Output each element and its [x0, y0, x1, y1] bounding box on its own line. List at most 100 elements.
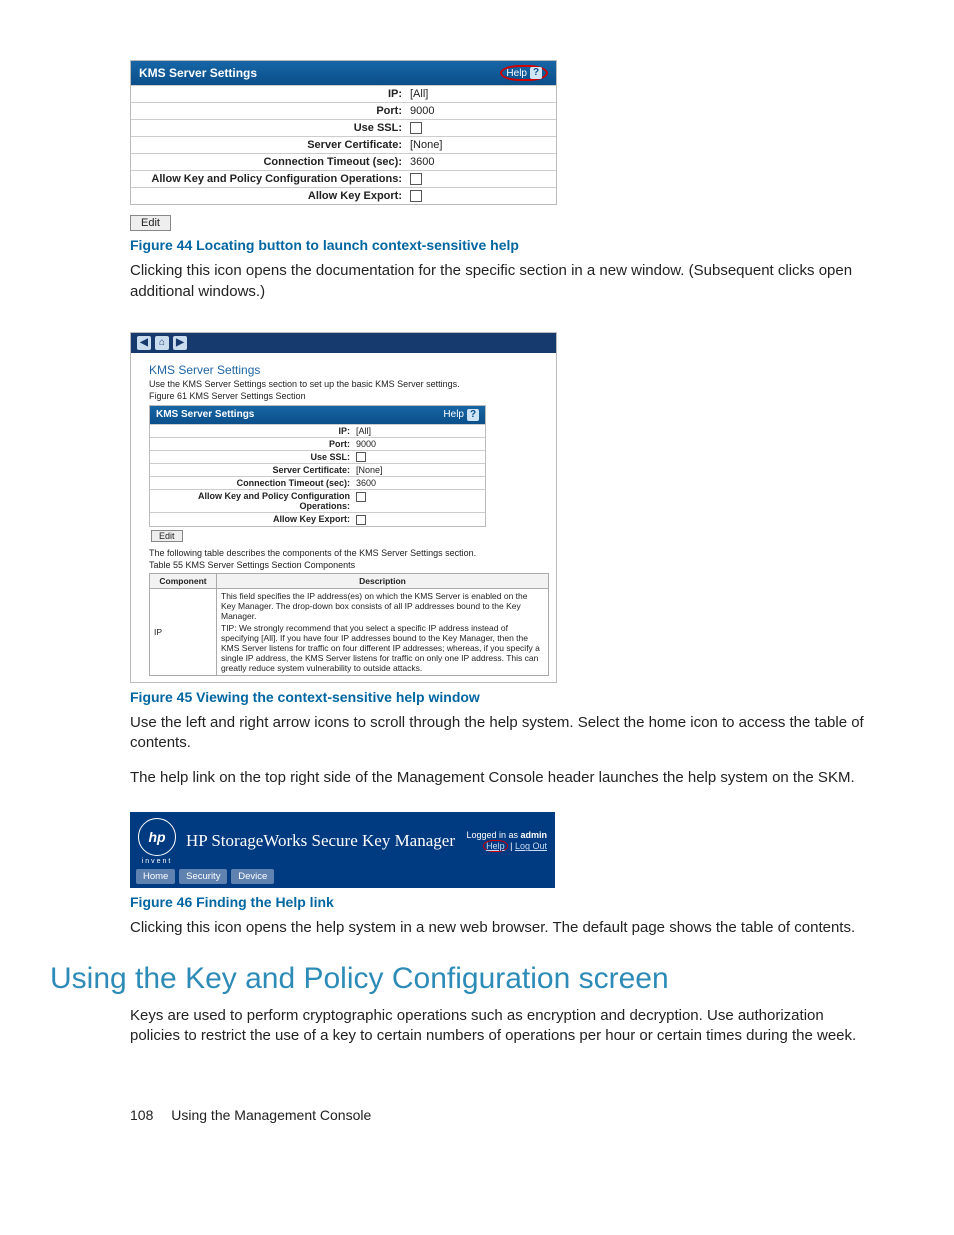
tab-security[interactable]: Security — [179, 869, 227, 884]
header-links: Help | Log Out — [466, 840, 547, 852]
fig45-title: KMS Server Settings — [149, 363, 538, 377]
fig45-component-desc: This field specifies the IP address(es) … — [217, 589, 549, 676]
hp-logo-group: hp invent — [138, 818, 176, 865]
fig45-table-caption: Table 55 KMS Server Settings Section Com… — [149, 560, 538, 570]
settings-row: Use SSL: — [150, 450, 485, 464]
settings-row-value: 9000 — [356, 439, 376, 449]
fig46-header: hp invent HP StorageWorks Secure Key Man… — [130, 812, 555, 869]
section-heading: Using the Key and Policy Configuration s… — [50, 962, 894, 996]
fig45-help-icon: ? — [467, 409, 479, 421]
settings-row: Use SSL: — [131, 119, 556, 136]
help-link-highlight: Help — [483, 840, 508, 852]
settings-row-label: Use SSL: — [155, 452, 356, 463]
fig45-help-button[interactable]: Help ? — [443, 409, 479, 421]
hp-logo-icon: hp — [138, 818, 176, 856]
settings-row-label: Port: — [137, 105, 410, 117]
page-number: 108 — [130, 1107, 153, 1123]
settings-row: Allow Key and Policy Configuration Opera… — [131, 170, 556, 187]
settings-row: Allow Key and Policy Configuration Opera… — [150, 489, 485, 512]
settings-row-label: Server Certificate: — [155, 465, 356, 475]
logout-link[interactable]: Log Out — [515, 841, 547, 851]
settings-row-value: 3600 — [410, 156, 550, 168]
help-icon: ? — [530, 67, 542, 79]
fig46-body: Clicking this icon opens the help system… — [130, 918, 870, 938]
fig45-component-name: IP — [150, 589, 217, 676]
hp-invent-text: invent — [138, 858, 176, 865]
checkbox-icon[interactable] — [410, 173, 422, 185]
fig45-components-table: Component Description IP This field spec… — [149, 573, 549, 676]
fig44-panel-title: KMS Server Settings — [139, 66, 257, 80]
settings-row-label: Allow Key Export: — [155, 514, 356, 525]
fig45-inner-caption: Figure 61 KMS Server Settings Section — [149, 391, 538, 401]
page-footer: 108 Using the Management Console — [130, 1107, 870, 1123]
footer-section-title: Using the Management Console — [171, 1107, 371, 1123]
settings-row-value — [356, 452, 366, 463]
nav-prev-icon[interactable]: ◀ — [137, 336, 151, 350]
settings-row: IP:[All] — [150, 424, 485, 437]
fig44-caption: Figure 44 Locating button to launch cont… — [130, 237, 870, 253]
edit-button[interactable]: Edit — [130, 215, 171, 231]
checkbox-icon[interactable] — [410, 122, 422, 134]
fig46-logo-block: hp invent HP StorageWorks Secure Key Man… — [138, 818, 455, 865]
settings-row: Port:9000 — [150, 437, 485, 450]
link-separator: | — [508, 841, 515, 851]
checkbox-icon[interactable] — [356, 452, 366, 462]
fig44-body-text: Clicking this icon opens the documentati… — [130, 261, 870, 302]
settings-row-label: Allow Key Export: — [137, 190, 410, 202]
fig46-tabs: Home Security Device — [130, 869, 555, 888]
fig46-panel: hp invent HP StorageWorks Secure Key Man… — [130, 812, 555, 888]
settings-row: Port:9000 — [131, 102, 556, 119]
settings-row: Connection Timeout (sec):3600 — [131, 153, 556, 170]
nav-next-icon[interactable]: ▶ — [173, 336, 187, 350]
settings-row-label: Port: — [155, 439, 356, 449]
fig45-body-2: The help link on the top right side of t… — [130, 768, 870, 788]
help-link[interactable]: Help — [486, 841, 505, 851]
logged-in-user: admin — [520, 830, 547, 840]
tab-home[interactable]: Home — [136, 869, 175, 884]
settings-row-value — [356, 491, 366, 511]
fig45-inner-panel: KMS Server Settings Help ? IP:[All]Port:… — [149, 405, 486, 527]
settings-row: Server Certificate:[None] — [131, 136, 556, 153]
checkbox-icon[interactable] — [356, 492, 366, 502]
fig45-desc-line: The following table describes the compon… — [149, 548, 538, 558]
section-body: Keys are used to perform cryptographic o… — [130, 1006, 870, 1047]
fig44-panel-header: KMS Server Settings Help ? — [131, 61, 556, 85]
fig46-header-right: Logged in as admin Help | Log Out — [466, 830, 547, 852]
fig45-th-description: Description — [217, 574, 549, 589]
fig45-navbar: ◀ ⌂ ▶ — [131, 333, 556, 353]
logged-in-line: Logged in as admin — [466, 830, 547, 840]
fig45-component-desc-l1: This field specifies the IP address(es) … — [221, 591, 544, 621]
fig45-inner-panel-title: KMS Server Settings — [156, 409, 254, 421]
fig45-body-1: Use the left and right arrow icons to sc… — [130, 713, 870, 754]
checkbox-icon[interactable] — [410, 190, 422, 202]
help-button[interactable]: Help ? — [506, 67, 542, 79]
settings-row-value — [410, 122, 550, 134]
nav-home-icon[interactable]: ⌂ — [155, 336, 169, 350]
settings-row-label: IP: — [137, 88, 410, 100]
settings-row-label: Allow Key and Policy Configuration Opera… — [155, 491, 356, 511]
settings-row-label: Connection Timeout (sec): — [137, 156, 410, 168]
fig45-subtitle: Use the KMS Server Settings section to s… — [149, 379, 538, 389]
product-title: HP StorageWorks Secure Key Manager — [186, 831, 455, 851]
settings-row: Allow Key Export: — [150, 512, 485, 526]
settings-row-label: IP: — [155, 426, 356, 436]
logged-in-prefix: Logged in as — [466, 830, 520, 840]
settings-row-value: [All] — [356, 426, 371, 436]
settings-row-label: Server Certificate: — [137, 139, 410, 151]
settings-row-value: [None] — [356, 465, 383, 475]
fig45-edit-button[interactable]: Edit — [151, 530, 183, 542]
tab-device[interactable]: Device — [231, 869, 274, 884]
settings-row: Connection Timeout (sec):3600 — [150, 476, 485, 489]
fig45-component-desc-l2: TIP: We strongly recommend that you sele… — [221, 623, 544, 673]
settings-row-value — [410, 190, 550, 202]
fig45-th-component: Component — [150, 574, 217, 589]
settings-row: IP:[All] — [131, 85, 556, 102]
settings-row-value: [None] — [410, 139, 550, 151]
settings-row-value — [410, 173, 550, 185]
settings-row-value — [356, 514, 366, 525]
settings-row-label: Use SSL: — [137, 122, 410, 134]
settings-row-value: 3600 — [356, 478, 376, 488]
checkbox-icon[interactable] — [356, 515, 366, 525]
settings-row-label: Connection Timeout (sec): — [155, 478, 356, 488]
fig46-caption: Figure 46 Finding the Help link — [130, 894, 870, 910]
